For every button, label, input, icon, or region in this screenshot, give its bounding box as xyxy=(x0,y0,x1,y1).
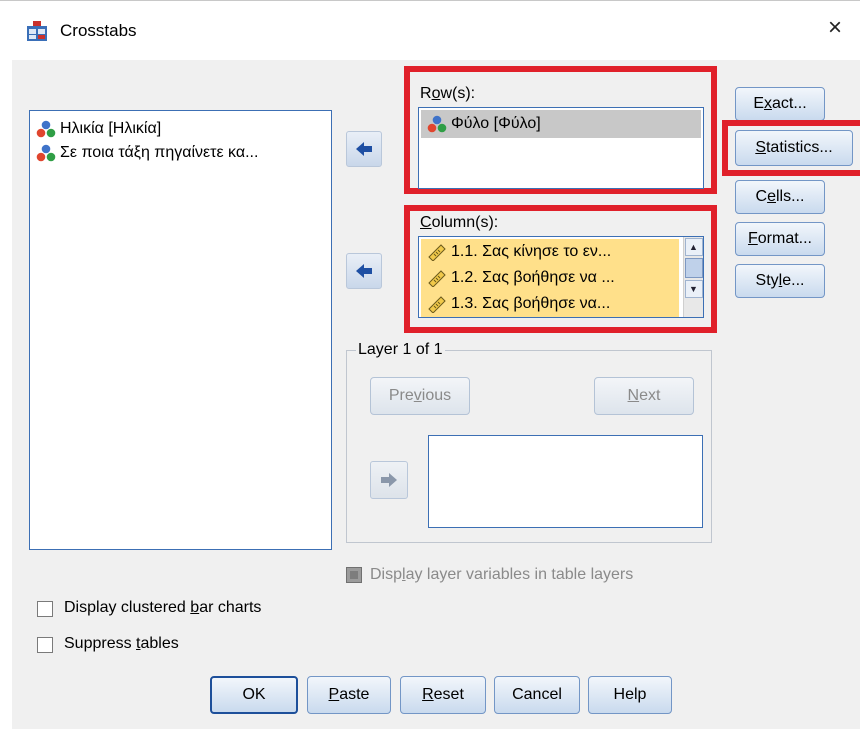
scale-ruler-icon xyxy=(428,270,446,287)
scale-ruler-icon xyxy=(428,296,446,313)
rows-list[interactable]: Φύλο [Φύλο] xyxy=(418,107,704,189)
exact-button[interactable]: Ex act... xyxy=(735,87,825,121)
help-button[interactable]: Help xyxy=(588,676,672,714)
list-item[interactable]: Φύλο [Φύλο] xyxy=(421,110,701,138)
move-to-rows-button[interactable] xyxy=(346,131,382,167)
paste-button[interactable]: Paste xyxy=(307,676,391,714)
format-button[interactable]: Format... xyxy=(735,222,825,256)
ok-button[interactable]: OK xyxy=(210,676,298,714)
arrow-left-icon xyxy=(356,142,372,156)
columns-list[interactable]: 1.1. Σας κίνησε το εν... 1.2. Σας βοήθησ… xyxy=(418,236,704,318)
list-item-label: 1.3. Σας βοήθησε να... xyxy=(451,295,611,312)
scroll-up-icon[interactable]: ▲ xyxy=(684,238,703,256)
statistics-button[interactable]: Statistics... xyxy=(735,130,853,166)
list-item-label: Σε ποια τάξη πηγαίνετε κα... xyxy=(60,144,259,161)
list-item[interactable]: Σε ποια τάξη πηγαίνετε κα... xyxy=(30,141,331,165)
clustered-bar-label: Display clustered bar charts xyxy=(64,599,262,616)
move-to-layer-button[interactable] xyxy=(370,461,408,499)
layer-list[interactable] xyxy=(428,435,703,528)
previous-button[interactable]: Pre v ious xyxy=(370,377,470,415)
layer-group-title: Layer 1 of 1 xyxy=(356,341,445,359)
crosstabs-app-icon xyxy=(27,21,47,41)
move-to-columns-button[interactable] xyxy=(346,253,382,289)
scale-ruler-icon xyxy=(428,244,446,261)
list-item-label: 1.1. Σας κίνησε το εν... xyxy=(451,243,612,260)
clustered-bar-checkbox[interactable] xyxy=(37,601,53,617)
rows-label: Row(s): xyxy=(420,85,476,102)
style-button[interactable]: Sty l e... xyxy=(735,264,825,298)
list-item[interactable]: 1.1. Σας κίνησε το εν... xyxy=(421,239,679,265)
arrow-right-icon xyxy=(381,473,397,487)
next-button[interactable]: Next xyxy=(594,377,694,415)
cells-button[interactable]: Ce lls... xyxy=(735,180,825,214)
cancel-button[interactable]: Cancel xyxy=(494,676,580,714)
columns-label: Column(s): xyxy=(420,214,499,231)
close-icon[interactable]: × xyxy=(828,14,842,42)
scroll-down-icon[interactable]: ▼ xyxy=(684,280,703,298)
list-item[interactable]: 1.2. Σας βοήθησε να ... xyxy=(421,265,679,291)
list-item-label: 1.2. Σας βοήθησε να ... xyxy=(451,269,615,286)
window-top-border xyxy=(0,0,860,10)
scroll-thumb[interactable] xyxy=(684,258,703,278)
columns-scrollbar[interactable]: ▲ ▼ xyxy=(683,237,703,317)
nominal-variable-icon xyxy=(427,115,447,133)
reset-button[interactable]: Reset xyxy=(400,676,486,714)
window-title: Crosstabs xyxy=(60,21,137,40)
nominal-variable-icon xyxy=(36,144,56,162)
display-layer-label: Display layer variables in table layers xyxy=(370,566,634,583)
list-item-label: Φύλο [Φύλο] xyxy=(451,115,541,132)
list-item[interactable]: Ηλικία [Ηλικία] xyxy=(30,117,331,141)
arrow-left-icon xyxy=(356,264,372,278)
suppress-tables-checkbox[interactable] xyxy=(37,637,53,653)
source-variable-list[interactable]: Ηλικία [Ηλικία] Σε ποια τάξη πηγαίνετε κ… xyxy=(29,110,332,550)
nominal-variable-icon xyxy=(36,120,56,138)
list-item[interactable]: 1.3. Σας βοήθησε να... xyxy=(421,291,679,317)
suppress-tables-label: Suppress tables xyxy=(64,635,179,652)
display-layer-checkbox[interactable] xyxy=(346,567,362,583)
list-item-label: Ηλικία [Ηλικία] xyxy=(60,120,162,137)
